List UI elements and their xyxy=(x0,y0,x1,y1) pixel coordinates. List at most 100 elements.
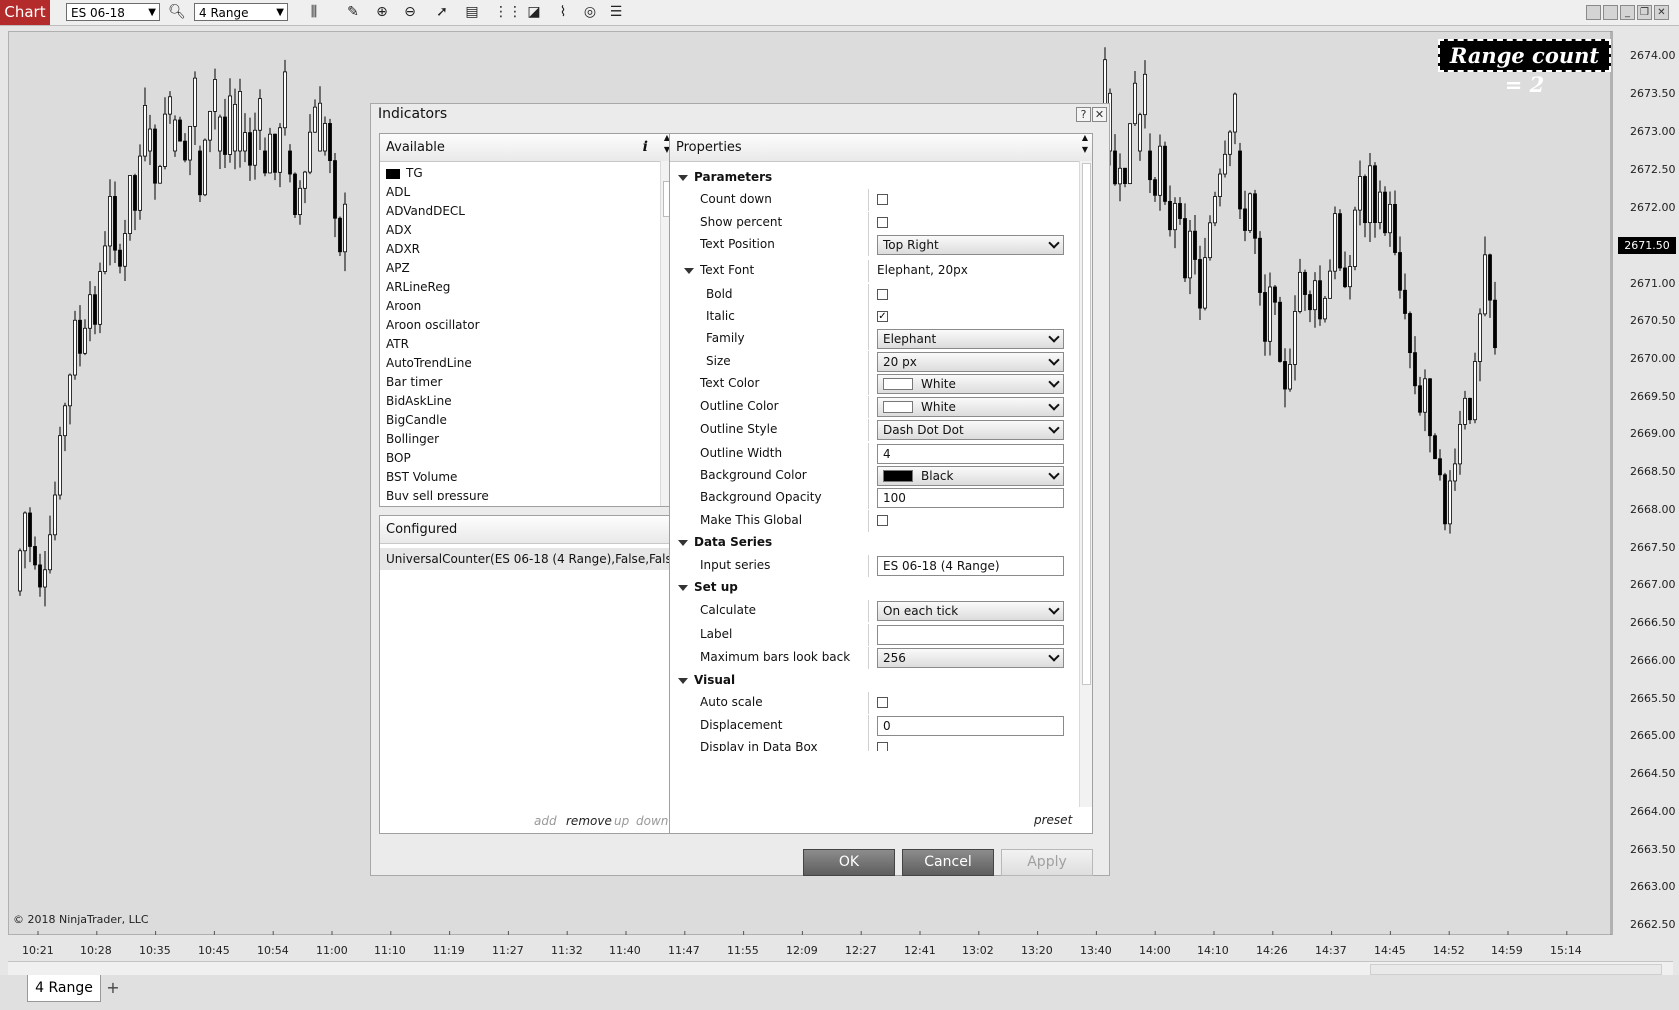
properties-icon[interactable]: ☰ xyxy=(606,3,626,22)
close-icon[interactable]: ✕ xyxy=(1654,5,1669,20)
instrument-selector[interactable]: ES 06-18 ▼ xyxy=(66,3,160,21)
available-item[interactable]: BOP xyxy=(386,451,411,465)
indicators-icon[interactable]: ⌇ xyxy=(553,3,573,22)
available-item[interactable]: ARLineReg xyxy=(386,280,450,294)
ok-button[interactable]: OK xyxy=(803,849,895,876)
available-item[interactable]: ADVandDECL xyxy=(386,204,465,218)
prop-make-global: Make This Global xyxy=(670,510,1070,532)
italic-checkbox[interactable]: ✓ xyxy=(877,311,888,322)
category-setup[interactable]: Set up xyxy=(670,577,1070,599)
outline-color-dropdown[interactable]: White xyxy=(877,397,1064,417)
outline-style-dropdown[interactable]: Dash Dot Dot xyxy=(877,420,1064,440)
bar-type-selector[interactable]: 4 Range ▼ xyxy=(194,3,288,21)
make-global-checkbox[interactable] xyxy=(877,515,888,526)
configured-item[interactable]: UniversalCounter(ES 06-18 (4 Range),Fals… xyxy=(380,548,683,570)
chart-tab[interactable]: Chart xyxy=(0,0,50,25)
scrollbar-thumb[interactable] xyxy=(1370,964,1662,975)
candle-body xyxy=(1138,114,1142,152)
candle-body xyxy=(173,119,177,152)
candle-body xyxy=(1268,286,1272,342)
background-opacity-input[interactable]: 100 xyxy=(877,488,1064,508)
time-axis-label: 14:00 xyxy=(1139,944,1171,957)
show-percent-checkbox[interactable] xyxy=(877,217,888,228)
cancel-button[interactable]: Cancel xyxy=(902,849,994,876)
available-item[interactable]: Buy sell pressure xyxy=(386,489,489,500)
draw-pencil-icon[interactable]: ✎ xyxy=(343,3,363,22)
apply-button[interactable]: Apply xyxy=(1001,849,1093,876)
text-position-dropdown[interactable]: Top Right xyxy=(877,235,1064,255)
bold-checkbox[interactable] xyxy=(877,289,888,300)
minimize-icon[interactable]: _ xyxy=(1620,5,1635,20)
candle-body xyxy=(1368,165,1372,224)
down-link[interactable]: down xyxy=(636,814,668,828)
price-axis-label: 2667.50 xyxy=(1630,541,1676,554)
tile-icon[interactable] xyxy=(1586,5,1601,20)
available-item[interactable]: ADL xyxy=(386,185,410,199)
preset-link[interactable]: preset xyxy=(1034,813,1072,827)
displacement-input[interactable]: 0 xyxy=(877,716,1064,736)
available-item[interactable]: ADX xyxy=(386,223,412,237)
outline-width-input[interactable]: 4 xyxy=(877,444,1064,464)
prop-text-position: Text Position Top Right xyxy=(670,234,1070,256)
candle-body xyxy=(163,113,167,167)
available-item[interactable]: BST Volume xyxy=(386,470,457,484)
properties-scrollbar[interactable] xyxy=(1079,161,1092,807)
count-down-checkbox[interactable] xyxy=(877,194,888,205)
scroll-arrows-icon[interactable]: ▲ ▼ xyxy=(1082,132,1088,156)
remove-link[interactable]: remove xyxy=(566,814,612,828)
prop-italic: Italic ✓ xyxy=(670,306,1070,328)
label-input[interactable] xyxy=(877,625,1064,645)
refresh-icon[interactable]: ◎ xyxy=(580,3,600,22)
max-bars-dropdown[interactable]: 256 xyxy=(877,648,1064,668)
add-link[interactable]: add xyxy=(534,814,557,828)
strategy-icon[interactable]: ⋮⋮ xyxy=(494,3,522,22)
available-item[interactable]: ADXR xyxy=(386,242,420,256)
prop-text-font[interactable]: Text Font Elephant, 20px xyxy=(670,260,1070,282)
zoom-out-icon[interactable]: ⊖ xyxy=(400,3,420,22)
available-item[interactable]: TG xyxy=(386,166,423,180)
candle-body xyxy=(1403,289,1407,314)
size-dropdown[interactable]: 20 px xyxy=(877,352,1064,372)
prop-show-percent: Show percent xyxy=(670,212,1070,234)
candle-body xyxy=(1353,209,1357,267)
search-icon[interactable]: 🔍︎ xyxy=(167,3,187,22)
bar-style-icon[interactable]: ⫼ xyxy=(304,3,324,22)
restore-icon[interactable]: ❐ xyxy=(1637,5,1652,20)
tab-4-range[interactable]: 4 Range xyxy=(27,975,101,1002)
available-item[interactable]: Aroon oscillator xyxy=(386,318,480,332)
available-item[interactable]: BidAskLine xyxy=(386,394,452,408)
zoom-in-icon[interactable]: ⊕ xyxy=(372,3,392,22)
close-button[interactable]: ✕ xyxy=(1092,107,1107,122)
available-item[interactable]: Bollinger xyxy=(386,432,439,446)
horizontal-scrollbar[interactable] xyxy=(8,961,1673,976)
category-data-series[interactable]: Data Series xyxy=(670,532,1070,554)
add-tab-button[interactable]: + xyxy=(103,979,123,997)
available-item[interactable]: Aroon xyxy=(386,299,421,313)
data-box-icon[interactable]: ▤ xyxy=(462,3,482,22)
auto-scale-checkbox[interactable] xyxy=(877,697,888,708)
help-button[interactable]: ? xyxy=(1076,107,1091,122)
scrollbar-thumb[interactable] xyxy=(1082,163,1091,685)
display-data-box-checkbox[interactable] xyxy=(877,742,888,751)
chevron-down-icon xyxy=(1048,650,1060,662)
available-item[interactable]: APZ xyxy=(386,261,410,275)
category-parameters[interactable]: Parameters xyxy=(670,167,1070,189)
available-item[interactable]: BigCandle xyxy=(386,413,447,427)
tile-icon[interactable] xyxy=(1603,5,1618,20)
available-item[interactable]: ATR xyxy=(386,337,409,351)
family-dropdown[interactable]: Elephant xyxy=(877,329,1064,349)
text-color-dropdown[interactable]: White xyxy=(877,374,1064,394)
category-visual[interactable]: Visual xyxy=(670,670,1070,692)
available-item[interactable]: Bar timer xyxy=(386,375,442,389)
input-series-field[interactable]: ES 06-18 (4 Range) xyxy=(877,556,1064,576)
prop-count-down: Count down xyxy=(670,189,1070,211)
time-axis-label: 14:52 xyxy=(1433,944,1465,957)
available-item[interactable]: AutoTrendLine xyxy=(386,356,472,370)
pointer-icon[interactable]: ➚ xyxy=(432,3,452,22)
background-color-dropdown[interactable]: Black xyxy=(877,466,1064,486)
chart-trader-icon[interactable]: ◪ xyxy=(524,3,544,22)
info-icon[interactable]: i xyxy=(643,134,648,161)
color-swatch xyxy=(883,400,913,413)
calculate-dropdown[interactable]: On each tick xyxy=(877,601,1064,621)
up-link[interactable]: up xyxy=(614,814,629,828)
